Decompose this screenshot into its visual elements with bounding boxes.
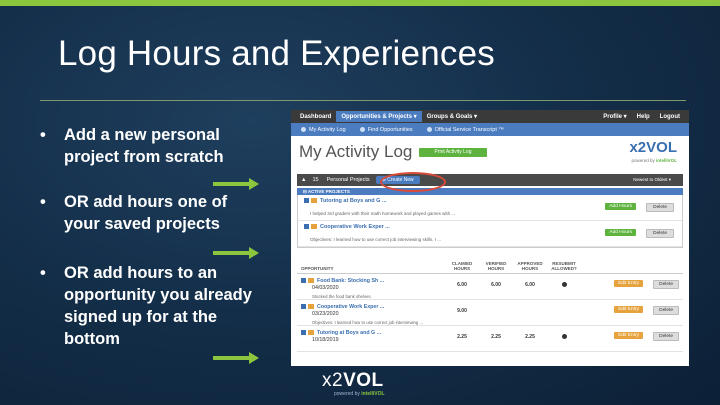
list-item: Cooperative Work Exper ... Objectives: I… [298, 221, 682, 247]
edit-entry-button[interactable]: Edit Entry [614, 332, 643, 339]
checkbox-icon [304, 198, 309, 204]
subnav-find-opportunities[interactable]: Find Opportunities [359, 127, 413, 133]
footer-logo: x2VOL [322, 370, 384, 391]
slide-title: Log Hours and Experiences [58, 34, 495, 73]
highlight-circle [380, 172, 446, 192]
subnav-transcript[interactable]: Official Service Transcript ™ [426, 127, 504, 133]
nav-help[interactable]: Help [632, 112, 655, 122]
arrow-right-icon [213, 352, 259, 364]
projects-bar: ▲ 15 Personal Projects ⊕ Create New Newe… [297, 174, 683, 186]
document-icon [426, 127, 432, 132]
checkbox-icon [304, 224, 309, 230]
opportunity-table: OPPORTUNITY CLAIMED HOURS VERIFIED HOURS… [297, 256, 683, 352]
search-icon [359, 127, 365, 132]
x-circle-icon [561, 334, 567, 339]
top-accent-stripe [0, 0, 720, 6]
bullet-item: OR add hours one of your saved projects [40, 191, 265, 235]
sub-nav: My Activity Log Find Opportunities Offic… [291, 123, 689, 136]
table-row: Cooperative Work Exper ... 03/23/2020 Ob… [297, 300, 683, 326]
projects-label: Personal Projects [326, 177, 370, 183]
x2vol-logo: x2VOL [629, 139, 677, 156]
nav-dashboard[interactable]: Dashboard [295, 112, 336, 122]
table-row: Food Bank: Stocking Sh ... 04/03/2020 St… [297, 274, 683, 300]
checkbox-icon [301, 278, 306, 284]
checkbox-icon [301, 304, 306, 310]
folder-icon [311, 224, 317, 230]
print-activity-log-button[interactable]: Print Activity Log [419, 148, 487, 157]
collapse-icon[interactable]: ▲ [301, 177, 306, 183]
project-desc: I helped 3rd graders with their math hom… [310, 211, 456, 216]
folder-icon [308, 304, 314, 310]
delete-button[interactable]: Delete [646, 229, 674, 238]
nav-groups[interactable]: Groups & Goals ▾ [422, 111, 482, 122]
page-header: My Activity Log Print Activity Log x2VOL… [291, 136, 689, 174]
app-screenshot: Dashboard Opportunities & Projects ▾ Gro… [291, 110, 689, 366]
edit-entry-button[interactable]: Edit Entry [614, 306, 643, 313]
footer-tagline: powered by intelliVOL [334, 391, 385, 397]
nav-logout[interactable]: Logout [655, 112, 685, 122]
add-hours-button[interactable]: Add Hours [605, 203, 636, 210]
folder-icon [308, 330, 314, 336]
table-header: OPPORTUNITY CLAIMED HOURS VERIFIED HOURS… [297, 256, 683, 274]
subnav-activity-log[interactable]: My Activity Log [301, 127, 346, 133]
folder-icon [308, 278, 314, 284]
arrow-right-icon [213, 247, 259, 259]
top-nav: Dashboard Opportunities & Projects ▾ Gro… [291, 110, 689, 123]
page-title: My Activity Log [299, 142, 413, 161]
project-count: 15 [312, 177, 319, 183]
delete-button[interactable]: Delete [653, 332, 679, 341]
nav-profile[interactable]: Profile ▾ [598, 111, 631, 122]
add-hours-button[interactable]: Add Hours [605, 229, 636, 236]
arrow-right-icon [213, 178, 259, 190]
list-item: Tutoring at Boys and G ... I helped 3rd … [298, 195, 682, 221]
project-title: Tutoring at Boys and G ... [320, 198, 387, 204]
nav-opportunities[interactable]: Opportunities & Projects ▾ [336, 111, 422, 122]
logo-tagline: powered by intelliVOL [631, 158, 677, 163]
delete-button[interactable]: Delete [646, 203, 674, 212]
bullet-item: Add a new personal project from scratch [40, 124, 265, 168]
folder-icon [311, 198, 317, 204]
x-circle-icon [561, 282, 567, 287]
project-title: Cooperative Work Exper ... [320, 224, 390, 230]
sort-select[interactable]: Newest to Oldest ▾ [633, 177, 679, 183]
title-divider [40, 100, 686, 101]
checkbox-icon [301, 330, 306, 336]
clock-icon [301, 127, 306, 132]
delete-button[interactable]: Delete [653, 306, 679, 315]
edit-entry-button[interactable]: Edit Entry [614, 280, 643, 287]
project-desc: Objectives: I learned how to use correct… [310, 237, 442, 242]
table-row: Tutoring at Boys and G ... 10/18/2019 2.… [297, 326, 683, 352]
project-list: Tutoring at Boys and G ... I helped 3rd … [297, 195, 683, 248]
bullet-item: OR add hours to an opportunity you alrea… [40, 262, 265, 350]
active-projects-header: ⊟ ACTIVE PROJECTS [297, 188, 683, 195]
delete-button[interactable]: Delete [653, 280, 679, 289]
